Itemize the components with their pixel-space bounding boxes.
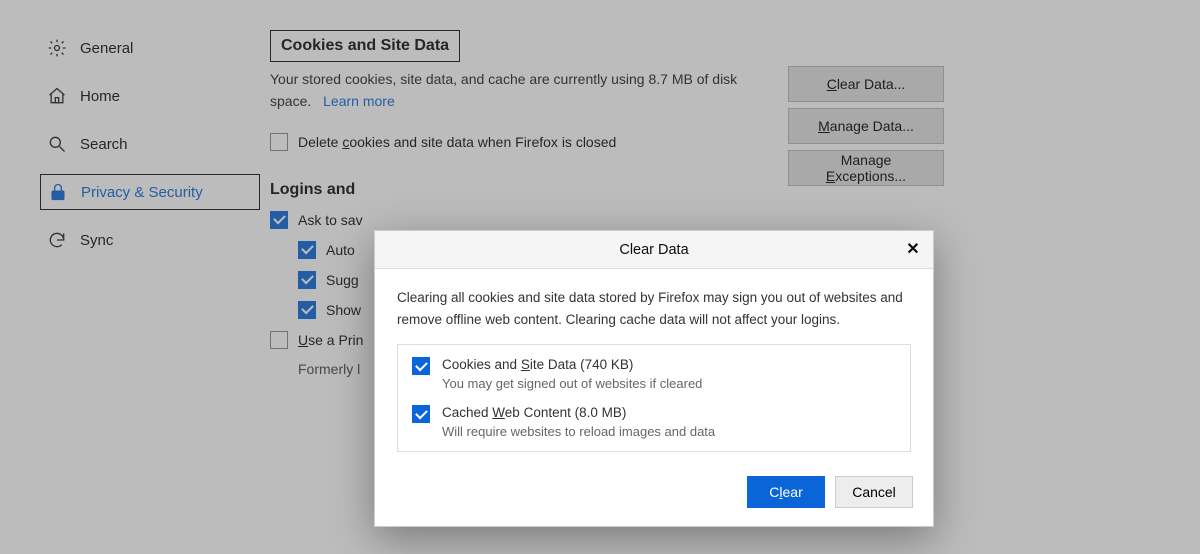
cookies-site-data-checkbox[interactable] — [412, 357, 430, 375]
dialog-body: Clearing all cookies and site data store… — [375, 269, 933, 462]
close-icon: ✕ — [906, 239, 919, 259]
dialog-intro: Clearing all cookies and site data store… — [397, 287, 911, 330]
dialog-title-text: Clear Data — [619, 242, 688, 258]
option-cookies-sublabel: You may get signed out of websites if cl… — [442, 376, 702, 391]
option-cookies-site-data[interactable]: Cookies and Site Data (740 KB) You may g… — [412, 357, 896, 391]
settings-page: General Home Search Privacy & Security S… — [0, 0, 1200, 554]
dialog-options: Cookies and Site Data (740 KB) You may g… — [397, 344, 911, 452]
cached-content-checkbox[interactable] — [412, 405, 430, 423]
option-cookies-label: Cookies and Site Data (740 KB) — [442, 357, 702, 372]
option-cached-web-content[interactable]: Cached Web Content (8.0 MB) Will require… — [412, 405, 896, 439]
clear-data-dialog: Clear Data ✕ Clearing all cookies and si… — [374, 230, 934, 527]
option-cache-sublabel: Will require websites to reload images a… — [442, 424, 715, 439]
dialog-titlebar: Clear Data ✕ — [375, 231, 933, 269]
dialog-close-button[interactable]: ✕ — [901, 237, 925, 261]
cancel-button[interactable]: Cancel — [835, 476, 913, 508]
clear-button[interactable]: Clear — [747, 476, 825, 508]
dialog-footer: Clear Cancel — [375, 462, 933, 526]
option-cache-label: Cached Web Content (8.0 MB) — [442, 405, 715, 420]
